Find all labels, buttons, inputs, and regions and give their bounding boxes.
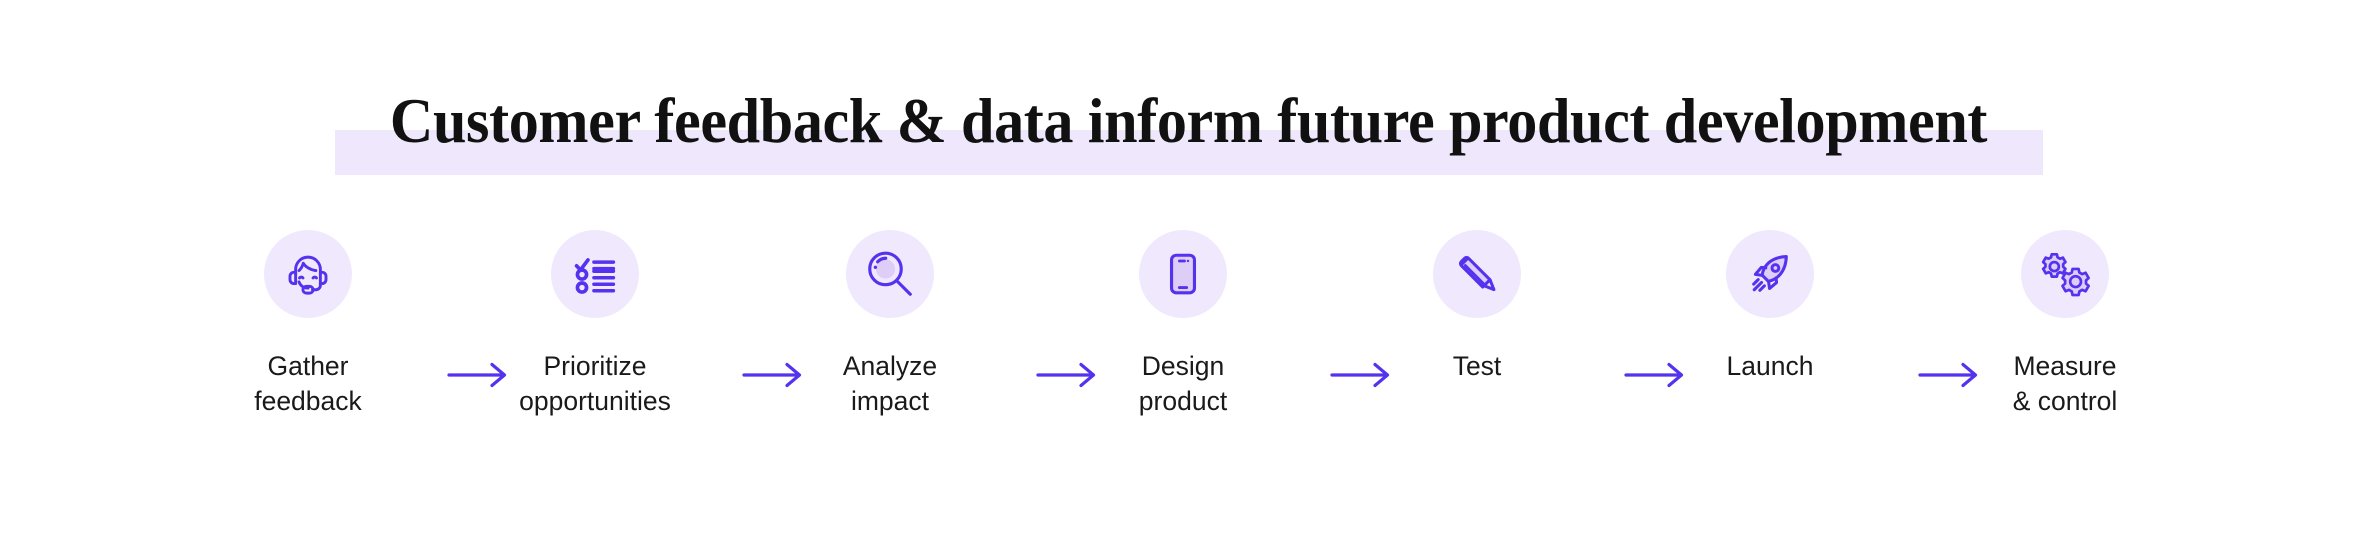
flow-step-label: Prioritize opportunities bbox=[519, 351, 671, 416]
page-title: Customer feedback & data inform future p… bbox=[389, 86, 1988, 156]
flow-step-label: Design product bbox=[1138, 351, 1228, 416]
flow-step-label: Gather feedback bbox=[254, 351, 362, 416]
checklist-icon bbox=[551, 230, 639, 318]
flow-step-prioritize-opportunities[interactable]: Prioritize opportunities bbox=[480, 230, 710, 419]
flow-step-label: Analyze impact bbox=[842, 351, 938, 416]
rocket-icon bbox=[1726, 230, 1814, 318]
magnifying-glass-icon bbox=[846, 230, 934, 318]
flow-step-gather-feedback[interactable]: Gather feedback bbox=[193, 230, 423, 419]
flow-step-label: Launch bbox=[1726, 351, 1814, 381]
process-flow: Gather feedback Prioritize opportunities bbox=[0, 230, 2377, 450]
title-block: Customer feedback & data inform future p… bbox=[0, 82, 2377, 182]
pencil-icon bbox=[1433, 230, 1521, 318]
headset-support-agent-icon bbox=[264, 230, 352, 318]
flow-step-analyze-impact[interactable]: Analyze impact bbox=[775, 230, 1005, 419]
smartphone-icon bbox=[1139, 230, 1227, 318]
slide-canvas: Customer feedback & data inform future p… bbox=[0, 0, 2377, 536]
flow-step-launch[interactable]: Launch bbox=[1655, 230, 1885, 384]
flow-step-label: Measure & control bbox=[2012, 351, 2118, 416]
gears-icon bbox=[2021, 230, 2109, 318]
flow-step-test[interactable]: Test bbox=[1362, 230, 1592, 384]
flow-step-label: Test bbox=[1452, 351, 1502, 381]
flow-step-measure-control[interactable]: Measure & control bbox=[1950, 230, 2180, 419]
flow-step-design-product[interactable]: Design product bbox=[1068, 230, 1298, 419]
